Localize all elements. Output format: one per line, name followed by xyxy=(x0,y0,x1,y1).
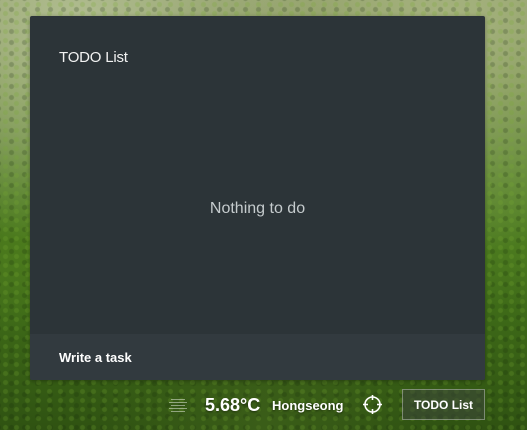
city-name: Hongseong xyxy=(272,398,344,413)
task-input[interactable] xyxy=(30,334,485,380)
empty-state-message: Nothing to do xyxy=(209,200,306,217)
crosshair-icon[interactable] xyxy=(362,394,383,415)
temperature-value: 5.68°C xyxy=(205,395,261,415)
status-bar: 5.68°C Hongseong TODO List xyxy=(0,388,527,422)
todo-panel: TODO List Nothing to do xyxy=(30,16,485,380)
todo-list-button[interactable]: TODO List xyxy=(402,389,485,420)
todo-panel-title: TODO List xyxy=(59,49,128,66)
hamburger-lines-icon xyxy=(169,399,187,412)
